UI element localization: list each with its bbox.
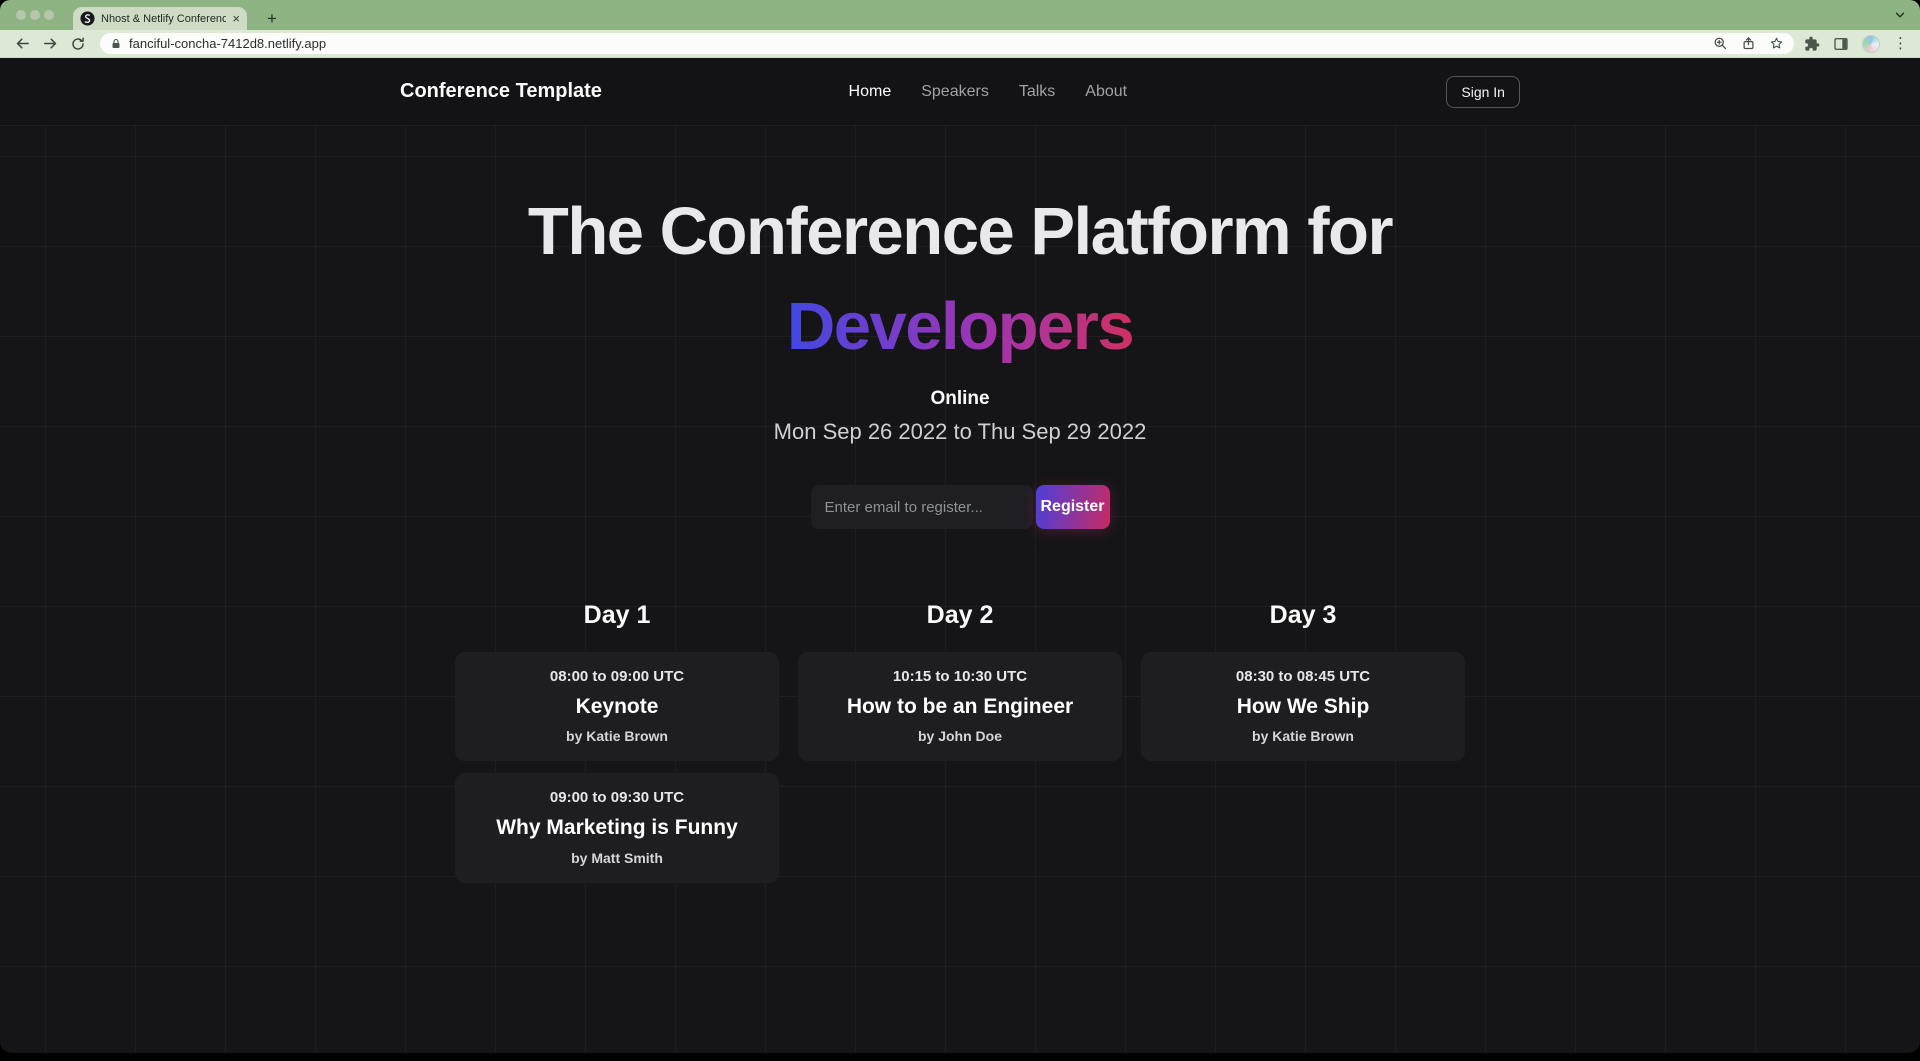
minimize-window-button[interactable] (30, 10, 40, 20)
maximize-window-button[interactable] (44, 10, 54, 20)
talk-card: 10:15 to 10:30 UTC How to be an Engineer… (798, 652, 1122, 761)
talk-time: 10:15 to 10:30 UTC (810, 668, 1110, 685)
reload-button[interactable] (66, 32, 90, 56)
bookmark-star-icon[interactable] (1769, 36, 1784, 51)
reload-icon (70, 36, 86, 52)
register-button[interactable]: Register (1036, 485, 1110, 529)
day-heading: Day 3 (1141, 601, 1465, 630)
hero-title-line1: The Conference Platform for (528, 194, 1392, 269)
profile-avatar[interactable] (1862, 35, 1880, 53)
browser-toolbar: fanciful-concha-7412d8.netlify.app (0, 30, 1920, 58)
hero-section: The Conference Platform for Developers O… (0, 184, 1920, 529)
window-controls (16, 10, 54, 20)
talk-title: Keynote (467, 694, 767, 720)
nav-link-home[interactable]: Home (849, 83, 892, 101)
address-bar-actions (1713, 36, 1784, 51)
back-arrow-icon (14, 35, 31, 52)
browser-menu-icon[interactable]: ⋮ (1893, 36, 1908, 51)
event-location: Online (0, 388, 1920, 410)
lock-icon[interactable] (110, 38, 122, 50)
forward-arrow-icon (42, 35, 59, 52)
nav-link-speakers[interactable]: Speakers (921, 83, 989, 101)
talk-card: 09:00 to 09:30 UTC Why Marketing is Funn… (455, 773, 779, 882)
talk-speaker: by Katie Brown (467, 728, 767, 744)
email-input[interactable] (811, 485, 1033, 529)
extensions-puzzle-icon[interactable] (1804, 36, 1820, 52)
share-icon[interactable] (1741, 36, 1756, 51)
chevron-down-icon[interactable] (1893, 8, 1907, 22)
nav-link-talks[interactable]: Talks (1019, 83, 1055, 101)
talk-title: Why Marketing is Funny (467, 815, 767, 841)
event-dates: Mon Sep 26 2022 to Thu Sep 29 2022 (0, 419, 1920, 445)
day-column-3: Day 3 08:30 to 08:45 UTC How We Ship by … (1141, 601, 1465, 895)
toolbar-actions: ⋮ (1804, 35, 1910, 53)
sidebar-panel-icon[interactable] (1833, 36, 1849, 52)
talk-time: 08:30 to 08:45 UTC (1153, 668, 1453, 685)
back-button[interactable] (10, 32, 34, 56)
site-brand[interactable]: Conference Template (400, 80, 602, 103)
nav-link-about[interactable]: About (1085, 83, 1127, 101)
hero-title-line2: Developers (787, 289, 1133, 364)
tab-strip: Nhost & Netlify Conference Ap × + (0, 0, 1920, 30)
address-bar[interactable]: fanciful-concha-7412d8.netlify.app (100, 33, 1794, 54)
talk-speaker: by Katie Brown (1153, 728, 1453, 744)
site-nav: Home Speakers Talks About (849, 83, 1128, 101)
new-tab-button[interactable]: + (263, 10, 281, 27)
talk-time: 08:00 to 09:00 UTC (467, 668, 767, 685)
sign-in-button[interactable]: Sign In (1446, 76, 1520, 108)
tab-title: Nhost & Netlify Conference Ap (101, 13, 226, 25)
register-form: Register (0, 485, 1920, 529)
schedule-section: Day 1 08:00 to 09:00 UTC Keynote by Kati… (455, 601, 1465, 895)
url-text: fanciful-concha-7412d8.netlify.app (129, 36, 1706, 51)
forward-button[interactable] (38, 32, 62, 56)
day-heading: Day 1 (455, 601, 779, 630)
talk-card: 08:00 to 09:00 UTC Keynote by Katie Brow… (455, 652, 779, 761)
browser-tab[interactable]: Nhost & Netlify Conference Ap × (73, 7, 247, 30)
day-heading: Day 2 (798, 601, 1122, 630)
talk-speaker: by John Doe (810, 728, 1110, 744)
page-content: Conference Template Home Speakers Talks … (0, 58, 1920, 1053)
talk-title: How to be an Engineer (810, 694, 1110, 720)
talk-card: 08:30 to 08:45 UTC How We Ship by Katie … (1141, 652, 1465, 761)
close-window-button[interactable] (16, 10, 26, 20)
talk-title: How We Ship (1153, 694, 1453, 720)
talk-speaker: by Matt Smith (467, 850, 767, 866)
hero-title: The Conference Platform for Developers (0, 184, 1920, 374)
talk-time: 09:00 to 09:30 UTC (467, 789, 767, 806)
browser-window: Nhost & Netlify Conference Ap × + (0, 0, 1920, 1053)
site-favicon-icon (80, 11, 95, 26)
day-column-1: Day 1 08:00 to 09:00 UTC Keynote by Kati… (455, 601, 779, 895)
day-column-2: Day 2 10:15 to 10:30 UTC How to be an En… (798, 601, 1122, 895)
close-tab-icon[interactable]: × (232, 12, 240, 25)
site-navbar: Conference Template Home Speakers Talks … (0, 58, 1920, 126)
zoom-icon[interactable] (1713, 36, 1728, 51)
